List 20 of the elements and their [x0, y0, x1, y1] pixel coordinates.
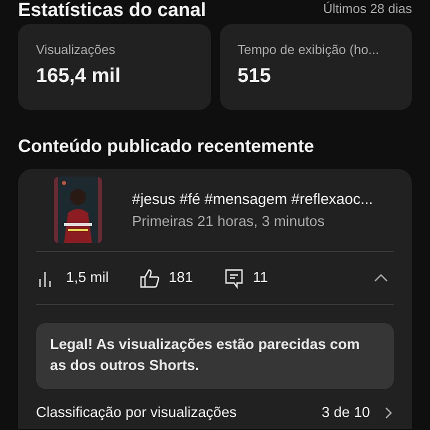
chevron-right-icon[interactable]: [384, 406, 394, 420]
metric-value: 11: [252, 270, 268, 286]
period-label: Últimos 28 dias: [323, 0, 412, 18]
ranking-value: 3 de 10: [322, 405, 370, 421]
stat-card[interactable]: Tempo de exibição (ho... 515: [220, 24, 412, 110]
ranking-label: Classificação por visualizações: [36, 405, 237, 421]
stat-value: 515: [238, 65, 272, 88]
metric-value: 181: [168, 270, 193, 286]
section-title: Estatísticas do canal: [18, 0, 206, 22]
comment-icon: [222, 267, 245, 289]
stat-label: Tempo de exibição (ho...: [238, 42, 380, 57]
thumbs-up-icon: [138, 267, 161, 289]
video-subtitle: Primeiras 21 horas, 3 minutos: [132, 214, 326, 230]
metric-value: 1,5 mil: [66, 270, 109, 286]
stat-card[interactable]: Visualizações 165,4 mil: [18, 24, 210, 110]
stat-label: Visualizações: [36, 42, 116, 57]
video-title[interactable]: #jesus #fé #mensagem #reflexaoc...: [132, 190, 373, 208]
insight-message: Legal! As visualizações estão parecidas com as dos outros Shorts.: [36, 323, 394, 389]
section-title: Conteúdo publicado recentemente: [18, 136, 316, 157]
stat-value: 165,4 mil: [36, 65, 122, 88]
